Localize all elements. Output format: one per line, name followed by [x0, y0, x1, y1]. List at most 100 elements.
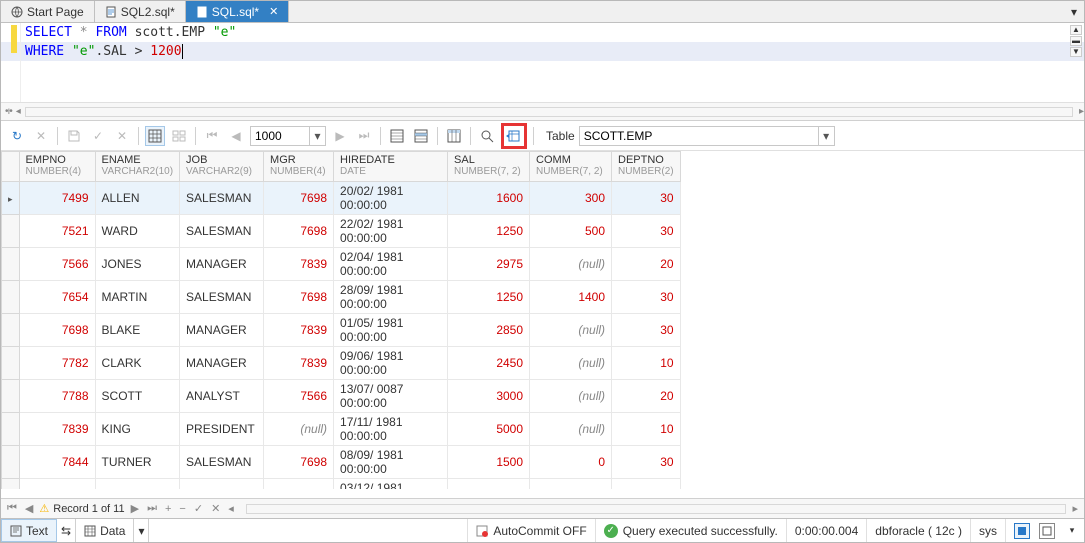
table-cell[interactable]: 20 — [612, 380, 681, 413]
table-cell[interactable]: 1250 — [448, 281, 530, 314]
table-cell[interactable]: 7566 — [264, 479, 334, 490]
show-filter-button[interactable] — [444, 126, 464, 146]
table-row[interactable]: 7902FORDANALYST756603/12/ 1981 00:00:003… — [2, 479, 681, 490]
editor-splitter[interactable]: •ı• ◂ ▸ — [1, 103, 1084, 121]
nav-scroll-right-icon[interactable]: ▸ — [1070, 502, 1080, 515]
data-view-tab[interactable]: Data — [76, 519, 134, 542]
table-row[interactable]: 7782CLARKMANAGER783909/06/ 1981 00:00:00… — [2, 347, 681, 380]
table-cell[interactable]: 17/11/ 1981 00:00:00 — [334, 413, 448, 446]
data-dropdown-icon[interactable]: ▾ — [134, 519, 149, 542]
stop-button[interactable]: ✕ — [31, 126, 51, 146]
page-size-input[interactable] — [250, 126, 310, 146]
table-cell[interactable]: SALESMAN — [180, 215, 264, 248]
table-cell[interactable]: JONES — [95, 248, 180, 281]
table-cell[interactable]: MANAGER — [180, 314, 264, 347]
table-cell[interactable]: TURNER — [95, 446, 180, 479]
table-cell[interactable]: SALESMAN — [180, 182, 264, 215]
table-cell[interactable]: 2850 — [448, 314, 530, 347]
row-header-cell[interactable] — [2, 413, 20, 446]
table-cell[interactable]: 1400 — [530, 281, 612, 314]
scroll-right-icon[interactable]: ▸ — [1079, 106, 1084, 117]
table-cell[interactable]: 7499 — [19, 182, 95, 215]
nav-accept-button[interactable]: ✓ — [192, 502, 205, 515]
sql-editor[interactable]: SELECT * FROM scott.EMP "e" WHERE "e".SA… — [1, 23, 1084, 103]
row-header-cell[interactable] — [2, 248, 20, 281]
table-cell[interactable]: 7788 — [19, 380, 95, 413]
table-cell[interactable]: (null) — [530, 347, 612, 380]
table-cell[interactable]: 1600 — [448, 182, 530, 215]
cancel-edit-button[interactable]: ✕ — [112, 126, 132, 146]
table-cell[interactable]: 2975 — [448, 248, 530, 281]
table-cell[interactable]: 3000 — [448, 380, 530, 413]
table-cell[interactable]: 28/09/ 1981 00:00:00 — [334, 281, 448, 314]
table-cell[interactable]: ANALYST — [180, 380, 264, 413]
prev-page-button[interactable]: ◀ — [226, 126, 246, 146]
nav-add-button[interactable]: + — [163, 503, 173, 515]
table-cell[interactable]: ANALYST — [180, 479, 264, 490]
column-header[interactable]: COMMNUMBER(7, 2) — [530, 152, 612, 182]
table-cell[interactable]: 03/12/ 1981 00:00:00 — [334, 479, 448, 490]
paginated-mode-button[interactable] — [387, 126, 407, 146]
table-cell[interactable]: 7839 — [264, 314, 334, 347]
table-cell[interactable]: 7902 — [19, 479, 95, 490]
table-cell[interactable]: 30 — [612, 314, 681, 347]
table-cell[interactable]: 7521 — [19, 215, 95, 248]
table-cell[interactable]: 30 — [612, 281, 681, 314]
table-row[interactable]: 7844TURNERSALESMAN769808/09/ 1981 00:00:… — [2, 446, 681, 479]
table-cell[interactable]: MANAGER — [180, 347, 264, 380]
table-row[interactable]: 7839KINGPRESIDENT(null)17/11/ 1981 00:00… — [2, 413, 681, 446]
table-cell[interactable]: (null) — [264, 413, 334, 446]
table-cell[interactable]: 01/05/ 1981 00:00:00 — [334, 314, 448, 347]
nav-prev-button[interactable]: ◀ — [23, 502, 35, 515]
table-row[interactable]: 7499ALLENSALESMAN769820/02/ 1981 00:00:0… — [2, 182, 681, 215]
table-row[interactable]: 7698BLAKEMANAGER783901/05/ 1981 00:00:00… — [2, 314, 681, 347]
table-cell[interactable]: 20/02/ 1981 00:00:00 — [334, 182, 448, 215]
table-dropdown-icon[interactable]: ▾ — [819, 126, 835, 146]
table-cell[interactable]: (null) — [530, 248, 612, 281]
grid-view-button[interactable] — [145, 126, 165, 146]
table-cell[interactable]: SALESMAN — [180, 281, 264, 314]
redirect-to-document-button[interactable] — [501, 123, 527, 149]
table-cell[interactable]: 7782 — [19, 347, 95, 380]
row-header-cell[interactable] — [2, 380, 20, 413]
check-accept-button[interactable]: ✓ — [88, 126, 108, 146]
table-cell[interactable]: CLARK — [95, 347, 180, 380]
table-row[interactable]: 7654MARTINSALESMAN769828/09/ 1981 00:00:… — [2, 281, 681, 314]
row-header-cell[interactable] — [2, 446, 20, 479]
table-cell[interactable]: (null) — [530, 314, 612, 347]
h-scrollbar[interactable] — [25, 107, 1073, 117]
table-cell[interactable]: SALESMAN — [180, 446, 264, 479]
table-cell[interactable]: WARD — [95, 215, 180, 248]
tab-sql-active[interactable]: SQL.sql* ✕ — [186, 1, 290, 22]
commit-button[interactable] — [64, 126, 84, 146]
table-cell[interactable]: 30 — [612, 182, 681, 215]
results-grid[interactable]: EMPNONUMBER(4)ENAMEVARCHAR2(10)JOBVARCHA… — [1, 151, 1084, 489]
row-header-cell[interactable] — [2, 182, 20, 215]
table-cell[interactable]: 0 — [530, 446, 612, 479]
find-button[interactable] — [477, 126, 497, 146]
table-cell[interactable]: FORD — [95, 479, 180, 490]
close-icon[interactable]: ✕ — [269, 5, 278, 18]
table-cell[interactable]: 30 — [612, 215, 681, 248]
row-header-cell[interactable] — [2, 314, 20, 347]
table-cell[interactable]: (null) — [530, 413, 612, 446]
table-cell[interactable]: 7839 — [19, 413, 95, 446]
table-cell[interactable]: 20 — [612, 248, 681, 281]
table-cell[interactable]: 1250 — [448, 215, 530, 248]
page-dropdown-icon[interactable]: ▾ — [310, 126, 326, 146]
first-page-button[interactable]: ⏮ — [202, 126, 222, 146]
table-cell[interactable]: 10 — [612, 347, 681, 380]
table-cell[interactable]: 500 — [530, 215, 612, 248]
column-header[interactable]: JOBVARCHAR2(9) — [180, 152, 264, 182]
table-cell[interactable]: 7839 — [264, 347, 334, 380]
row-header-cell[interactable] — [2, 479, 20, 490]
tab-start-page[interactable]: Start Page — [1, 1, 95, 22]
table-cell[interactable]: 08/09/ 1981 00:00:00 — [334, 446, 448, 479]
table-cell[interactable]: 10 — [612, 413, 681, 446]
editor-scroll-buttons[interactable]: ▲▬▼ — [1070, 25, 1082, 57]
table-cell[interactable]: 2450 — [448, 347, 530, 380]
table-cell[interactable]: 20 — [612, 479, 681, 490]
collapse-button[interactable]: ⇆ — [57, 519, 76, 542]
table-cell[interactable]: 7844 — [19, 446, 95, 479]
table-cell[interactable]: 7654 — [19, 281, 95, 314]
